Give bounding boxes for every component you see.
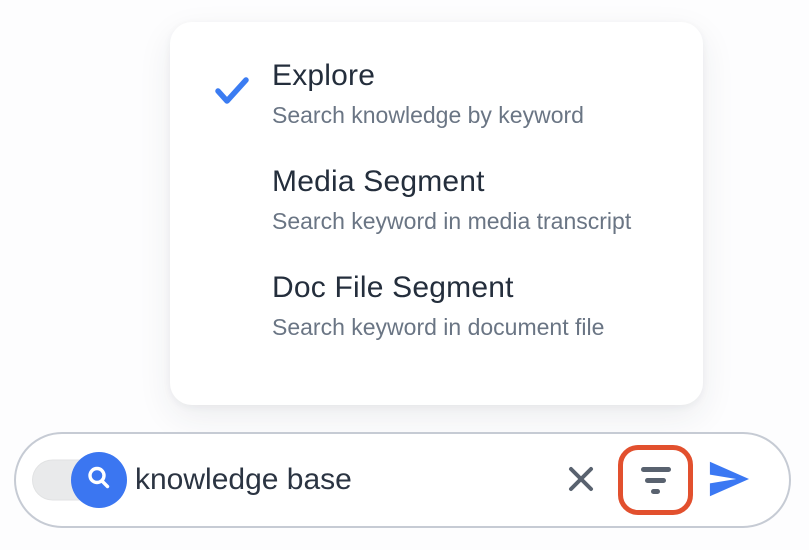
- menu-item-text: Media Segment Search keyword in media tr…: [272, 165, 631, 234]
- menu-item-label: Media Segment: [272, 165, 631, 198]
- menu-item-doc-file-segment[interactable]: Doc File Segment Search keyword in docum…: [215, 271, 683, 340]
- clear-x-icon: [565, 463, 597, 498]
- clear-button[interactable]: [564, 463, 598, 497]
- search-input[interactable]: [135, 463, 564, 497]
- search-mode-menu-list: Explore Search knowledge by keyword Medi…: [170, 22, 703, 340]
- selected-check-slot: [215, 76, 272, 111]
- filter-button[interactable]: [623, 450, 688, 510]
- menu-item-explore[interactable]: Explore Search knowledge by keyword: [215, 59, 683, 128]
- send-icon: [706, 459, 752, 502]
- filter-highlight-annotation: [618, 445, 693, 515]
- search-bar: [14, 432, 791, 528]
- toggle-knob[interactable]: [71, 452, 127, 508]
- menu-item-description: Search keyword in media transcript: [272, 208, 631, 234]
- search-mode-menu: Explore Search knowledge by keyword Medi…: [170, 22, 703, 405]
- menu-item-description: Search knowledge by keyword: [272, 102, 584, 128]
- menu-item-description: Search keyword in document file: [272, 314, 604, 340]
- menu-item-label: Doc File Segment: [272, 271, 604, 304]
- check-icon: [215, 76, 249, 111]
- filter-icon: [641, 467, 671, 494]
- menu-item-label: Explore: [272, 59, 584, 92]
- menu-item-media-segment[interactable]: Media Segment Search keyword in media tr…: [215, 165, 683, 234]
- menu-item-text: Doc File Segment Search keyword in docum…: [272, 271, 604, 340]
- search-icon: [85, 464, 113, 497]
- menu-item-text: Explore Search knowledge by keyword: [272, 59, 584, 128]
- send-button[interactable]: [705, 458, 753, 502]
- search-mode-toggle[interactable]: [31, 452, 127, 508]
